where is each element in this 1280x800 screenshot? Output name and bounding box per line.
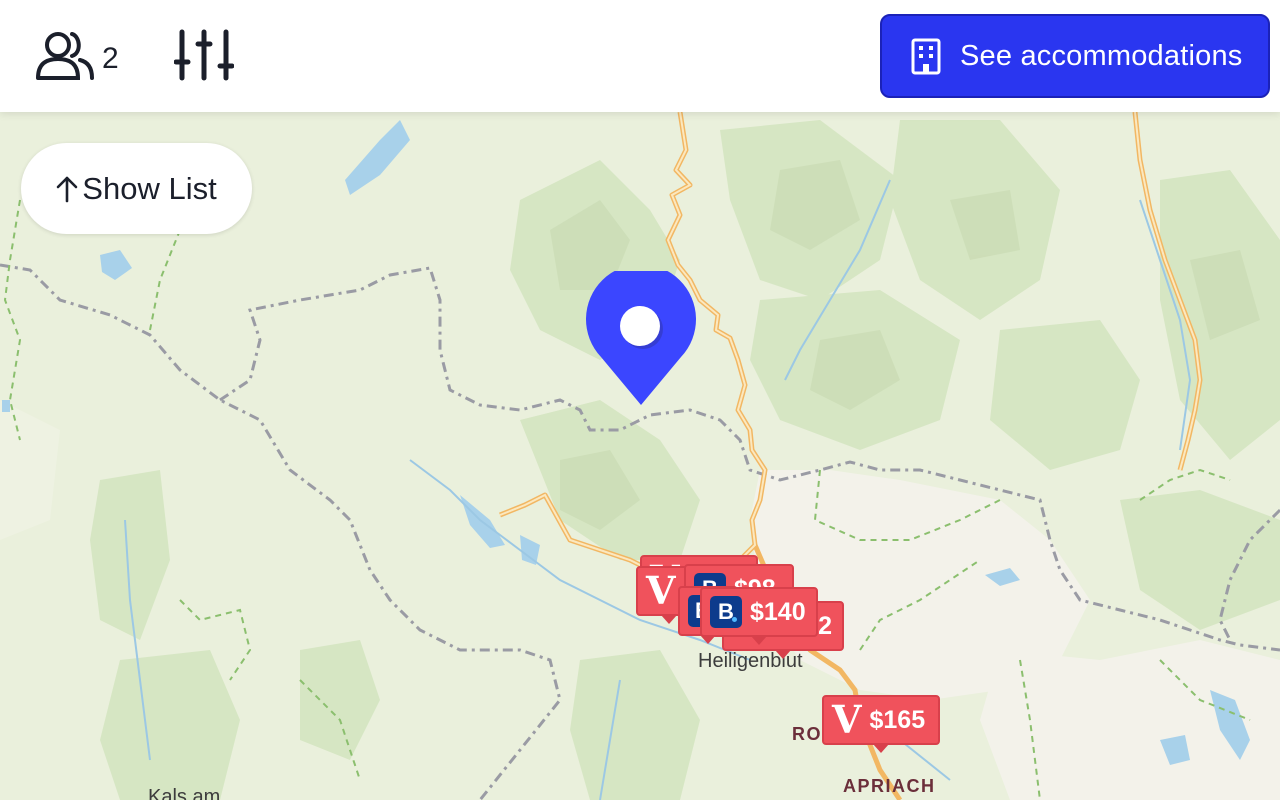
see-accommodations-button[interactable]: See accommodations (880, 14, 1270, 98)
arrow-up-icon (56, 175, 78, 203)
guest-count: 2 (102, 41, 119, 75)
place-label: Kals am (148, 786, 221, 800)
map[interactable]: Heiligenblut ROS APRIACH Kals am V V B $… (0, 0, 1280, 800)
sliders-icon (173, 29, 235, 88)
show-list-button[interactable]: Show List (21, 143, 252, 234)
price-label: $165 (869, 705, 926, 734)
building-icon (910, 37, 942, 75)
vrbo-logo-icon: V (832, 697, 862, 742)
see-accommodations-label: See accommodations (960, 39, 1243, 72)
show-list-label: Show List (82, 170, 217, 206)
vrbo-logo-icon: V (646, 568, 676, 613)
users-icon (34, 28, 96, 89)
price-label: 2 (818, 611, 832, 640)
top-bar: 2 See accommodations (0, 0, 1280, 112)
guests-button[interactable]: 2 (34, 28, 119, 89)
booking-logo-icon: B (710, 596, 742, 628)
filters-button[interactable] (173, 28, 235, 84)
price-marker[interactable]: V $165 (822, 695, 940, 753)
price-marker[interactable]: B $140 (700, 587, 818, 645)
location-pin-icon[interactable] (585, 264, 697, 412)
place-label: APRIACH (843, 776, 936, 796)
price-label: $140 (750, 597, 806, 626)
